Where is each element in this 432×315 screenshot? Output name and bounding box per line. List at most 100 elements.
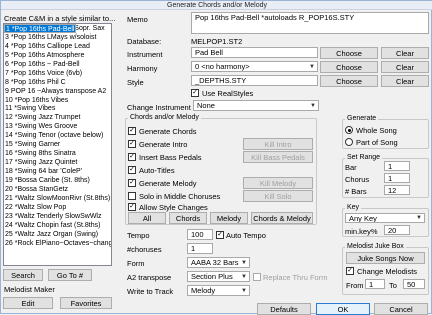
auto-titles-checkbox[interactable] bbox=[128, 166, 136, 174]
change-melodists-checkbox[interactable] bbox=[346, 267, 354, 275]
chorus-field[interactable]: 1 bbox=[384, 173, 410, 183]
list-item[interactable]: 19 *Bossa Caribe (St. 8ths) bbox=[4, 176, 111, 185]
edit-button[interactable]: Edit bbox=[3, 297, 53, 309]
search-button[interactable]: Search bbox=[3, 269, 43, 281]
list-item[interactable]: 9 POP 16 ~Always transpose A2 bbox=[4, 87, 111, 96]
chevron-down-icon: ▼ bbox=[309, 64, 315, 70]
a2-label: A2 transpose bbox=[127, 273, 172, 282]
gen-chords-checkbox[interactable] bbox=[128, 127, 136, 135]
instrument-clear-button[interactable]: Clear bbox=[381, 47, 429, 59]
list-item[interactable]: 15 *Swing Garner bbox=[4, 140, 111, 149]
kill-intro-button[interactable]: Kill Intro bbox=[243, 138, 313, 150]
chorus-label: Chorus bbox=[345, 175, 370, 184]
list-item[interactable]: 17 *Swing Jazz Quintet bbox=[4, 158, 111, 167]
chevron-down-icon: ▼ bbox=[241, 260, 247, 266]
list-item[interactable]: 13 *Swing Wes Groove bbox=[4, 122, 111, 131]
harmony-choose-button[interactable]: Choose bbox=[320, 61, 378, 73]
auto-tempo-checkbox[interactable] bbox=[216, 231, 224, 239]
mink-field[interactable]: 20 bbox=[384, 225, 410, 235]
tempo-field[interactable]: 100 bbox=[187, 229, 213, 240]
kill-melody-button[interactable]: Kill Melody bbox=[243, 177, 313, 189]
key-select[interactable]: Any Key ▼ bbox=[345, 213, 425, 223]
allow-style-checkbox[interactable] bbox=[128, 203, 136, 211]
favorites-button[interactable]: Favorites bbox=[60, 297, 112, 309]
kill-solo-button[interactable]: Kill Solo bbox=[243, 190, 313, 202]
ok-button[interactable]: OK bbox=[316, 303, 370, 315]
replace-form-checkbox[interactable] bbox=[253, 273, 261, 281]
list-item[interactable]: 8 *Pop 16ths Phil C bbox=[4, 78, 111, 87]
list-item[interactable]: 12 *Swing Jazz Trumpet bbox=[4, 113, 111, 122]
style-clear-button[interactable]: Clear bbox=[381, 75, 429, 87]
from-field[interactable]: 1 bbox=[365, 279, 385, 289]
database-label: Database: bbox=[127, 37, 162, 46]
database-value: MELPOP1.ST2 bbox=[191, 37, 243, 46]
instrument-field[interactable]: Pad Bell bbox=[191, 47, 318, 58]
whole-song-radio[interactable] bbox=[345, 126, 353, 134]
auto-tempo-label: Auto Tempo bbox=[226, 231, 266, 240]
list-item[interactable]: 10 *Pop 16ths Vibes bbox=[4, 96, 111, 105]
write-track-select[interactable]: Melody ▼ bbox=[187, 285, 250, 296]
bar-field[interactable]: 1 bbox=[384, 161, 410, 171]
list-item[interactable]: 26 *Rock ElPiano~Octaves~change bbox=[4, 239, 111, 248]
list-item[interactable]: 24 *Waltz Chopin fast (St.8ths) bbox=[4, 221, 111, 230]
list-item[interactable]: 20 *Bossa StanGetz bbox=[4, 185, 111, 194]
a2-select[interactable]: Section Plus ▼ bbox=[187, 271, 250, 282]
style-list[interactable]: 1 *Pop 16ths Pad-Bell2 *Pop 16ths KennyG… bbox=[3, 23, 112, 266]
key-title: Key bbox=[345, 204, 362, 211]
chevron-down-icon: ▼ bbox=[241, 288, 247, 294]
solo-middle-label: Solo in Middle Choruses bbox=[139, 192, 221, 201]
to-field[interactable]: 50 bbox=[403, 279, 425, 289]
choruses-field[interactable]: 1 bbox=[187, 243, 213, 254]
harmony-select[interactable]: 0 <no harmony> ▼ bbox=[191, 61, 318, 72]
bass-pedals-checkbox[interactable] bbox=[128, 153, 136, 161]
list-item[interactable]: 5 *Pop 16ths Atmosphere bbox=[4, 51, 111, 60]
memo-label: Memo bbox=[127, 15, 148, 24]
part-song-label: Part of Song bbox=[356, 138, 398, 147]
list-item[interactable]: 18 *Swing 64 bar 'ColeP' bbox=[4, 167, 111, 176]
list-item[interactable]: 3 *Pop 16ths LMays w/soloist bbox=[4, 33, 111, 42]
list-item[interactable]: 1 *Pop 16ths Pad-Bell bbox=[4, 24, 76, 33]
defaults-button[interactable]: Defaults bbox=[257, 303, 311, 315]
list-item[interactable]: 6 *Pop 16ths ~ Pad-Bell bbox=[4, 60, 111, 69]
list-item[interactable]: 25 *Waltz Jazz Organ (Swing) bbox=[4, 230, 111, 239]
melody-button[interactable]: Melody bbox=[210, 212, 248, 224]
replace-form-label: Replace Thru Form bbox=[263, 273, 328, 282]
style-choose-button[interactable]: Choose bbox=[320, 75, 378, 87]
solo-middle-checkbox[interactable] bbox=[128, 192, 136, 200]
list-item[interactable]: 23 *Waltz Tenderly SlowSwWlz bbox=[4, 212, 111, 221]
choruses-label: #choruses bbox=[127, 245, 162, 254]
instrument-label: Instrument bbox=[127, 50, 163, 59]
part-song-radio[interactable] bbox=[345, 138, 353, 146]
list-heading: Create C&M in a style similar to... bbox=[4, 14, 116, 23]
from-label: From bbox=[346, 281, 364, 290]
form-select[interactable]: AABA 32 Bars ▼ bbox=[187, 257, 250, 268]
chords-melody-button[interactable]: Chords & Melody bbox=[251, 212, 313, 224]
allow-style-label: Allow Style Changes bbox=[139, 203, 208, 212]
instrument-choose-button[interactable]: Choose bbox=[320, 47, 378, 59]
gen-melody-checkbox[interactable] bbox=[128, 179, 136, 187]
chevron-down-icon: ▼ bbox=[241, 274, 247, 280]
juke-songs-button[interactable]: Juke Songs Now bbox=[346, 252, 425, 264]
realstyles-checkbox[interactable] bbox=[191, 89, 199, 97]
list-item[interactable]: 16 *Swing 8ths Sinatra bbox=[4, 149, 111, 158]
change-instrument-select[interactable]: None ▼ bbox=[193, 100, 319, 111]
style-field[interactable]: _DEPTHS.STY bbox=[191, 75, 318, 86]
bass-pedals-label: Insert Bass Pedals bbox=[139, 153, 202, 162]
write-track-label: Write to Track bbox=[127, 287, 174, 296]
kill-bass-button[interactable]: Kill Bass Pedals bbox=[243, 151, 313, 163]
list-item[interactable]: 21 *Waltz SlowMoonRivr (St.8ths) bbox=[4, 194, 111, 203]
all-button[interactable]: All bbox=[128, 212, 166, 224]
goto-button[interactable]: Go To # bbox=[48, 269, 92, 281]
harmony-clear-button[interactable]: Clear bbox=[381, 61, 429, 73]
tempo-label: Tempo bbox=[127, 231, 150, 240]
bars-field[interactable]: 12 bbox=[384, 185, 410, 195]
list-item[interactable]: 14 *Swing Tenor (octave below) bbox=[4, 131, 111, 140]
cancel-button[interactable]: Cancel bbox=[374, 303, 428, 315]
chords-button[interactable]: Chords bbox=[169, 212, 207, 224]
gen-intro-checkbox[interactable] bbox=[128, 140, 136, 148]
list-item[interactable]: 22 *Waltz Slow Pop bbox=[4, 203, 111, 212]
memo-field[interactable]: Pop 16ths Pad-Bell *autoloads R_POP16S.S… bbox=[191, 12, 429, 34]
list-item[interactable]: 7 *Pop 16ths Voice (6vb) bbox=[4, 69, 111, 78]
list-item[interactable]: 4 *Pop 16ths Calliope Lead bbox=[4, 42, 111, 51]
list-item[interactable]: 11 *Swing Vibes bbox=[4, 104, 111, 113]
